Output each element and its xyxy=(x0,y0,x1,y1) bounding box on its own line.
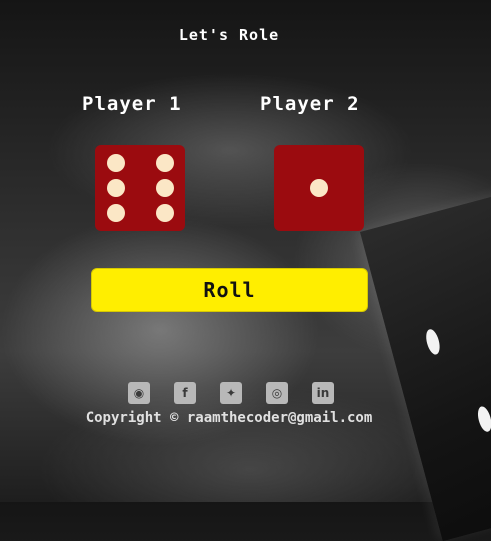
player-1-label: Player 1 xyxy=(82,93,182,115)
page-title: Let's Role xyxy=(178,26,280,44)
die-pip xyxy=(310,179,328,197)
linkedin-icon[interactable]: in xyxy=(312,382,334,404)
instagram-icon[interactable]: ◎ xyxy=(266,382,288,404)
github-icon[interactable]: ◉ xyxy=(128,382,150,404)
copyright-text: Copyright © raamthecoder@gmail.com xyxy=(85,410,373,426)
player-1-die xyxy=(95,145,185,231)
roll-button[interactable]: Roll xyxy=(91,268,368,312)
die-pip xyxy=(107,154,125,172)
die-pip xyxy=(156,154,174,172)
background-die-pip xyxy=(475,404,491,434)
background-die-image xyxy=(360,164,491,541)
die-pip xyxy=(107,179,125,197)
twitter-icon[interactable]: ✦ xyxy=(220,382,242,404)
die-pip xyxy=(156,204,174,222)
player-2-die xyxy=(274,145,364,231)
background-die-pip xyxy=(423,327,443,356)
die-pip xyxy=(107,204,125,222)
player-2-label: Player 2 xyxy=(260,93,360,115)
die-pip xyxy=(156,179,174,197)
facebook-icon[interactable]: f xyxy=(174,382,196,404)
